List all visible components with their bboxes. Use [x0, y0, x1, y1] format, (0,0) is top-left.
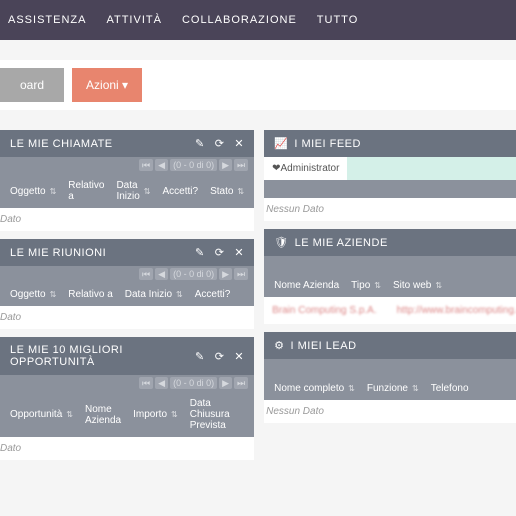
widget-header: 📈 I MIEI FEED [264, 130, 516, 157]
feed-input-row: ❤ Administrator [264, 157, 516, 180]
col-accetti[interactable]: Accetti? [195, 289, 231, 300]
col-nome[interactable]: Nome Azienda [274, 280, 339, 291]
column-headers: Nome completo⇅ Funzione⇅ Telefono [264, 377, 516, 400]
col-accetti[interactable]: Accetti? [162, 180, 198, 202]
no-data: Nessun Dato [264, 400, 516, 423]
no-data: Nessun Dato [264, 198, 516, 221]
widget-riunioni: LE MIE RIUNIONI ✎ ⟳ ✕ ⏮◀(0 - 0 di 0)▶⏭ O… [0, 239, 254, 329]
widget-title: LE MIE RIUNIONI [10, 247, 195, 259]
col-telefono[interactable]: Telefono [431, 383, 469, 394]
edit-icon[interactable]: ✎ [195, 137, 205, 150]
board-button[interactable]: oard [0, 68, 64, 102]
refresh-icon[interactable]: ⟳ [215, 246, 225, 259]
col-opp[interactable]: Opportunità⇅ [10, 398, 73, 431]
edit-icon[interactable]: ✎ [195, 350, 205, 363]
no-data: Dato [0, 208, 254, 231]
edit-icon[interactable]: ✎ [195, 246, 205, 259]
widget-title: LE MIE 10 MIGLIORI OPPORTUNITÀ [10, 344, 195, 368]
widget-header: 🛡 LE MIE AZIENDE [264, 229, 516, 256]
top-nav: ASSISTENZA ATTIVITÀ COLLABORAZIONE TUTTO [0, 0, 516, 40]
main-area: LE MIE CHIAMATE ✎ ⟳ ✕ ⏮◀(0 - 0 di 0)▶⏭ O… [0, 130, 516, 460]
nav-tutto[interactable]: TUTTO [317, 14, 358, 26]
spacer-bar [264, 256, 516, 274]
column-headers: Oggetto⇅ Relativo a Data Inizio⇅ Accetti… [0, 283, 254, 306]
nav-assistenza[interactable]: ASSISTENZA [8, 14, 86, 26]
close-icon[interactable]: ✕ [234, 246, 244, 259]
widget-title: I MIEI LEAD [291, 340, 516, 352]
widget-title: LE MIE CHIAMATE [10, 138, 195, 150]
table-row[interactable]: Brain Computing S.p.A. http://www.brainc… [264, 297, 516, 324]
cell-name: Brain Computing S.p.A. [272, 305, 377, 316]
col-oggetto[interactable]: Oggetto⇅ [10, 289, 56, 300]
feed-admin: ❤ Administrator [264, 157, 347, 180]
widget-header: LE MIE CHIAMATE ✎ ⟳ ✕ [0, 130, 254, 157]
col-funzione[interactable]: Funzione⇅ [367, 383, 419, 394]
widget-feed: 📈 I MIEI FEED ❤ Administrator Nessun Dat… [264, 130, 516, 221]
close-icon[interactable]: ✕ [234, 137, 244, 150]
column-headers: Opportunità⇅ Nome Azienda Importo⇅ Data … [0, 392, 254, 437]
no-data: Dato [0, 437, 254, 460]
left-column: LE MIE CHIAMATE ✎ ⟳ ✕ ⏮◀(0 - 0 di 0)▶⏭ O… [0, 130, 254, 460]
no-data: Dato [0, 306, 254, 329]
sub-bar: oard Azioni ▾ [0, 60, 516, 110]
col-stato[interactable]: Stato⇅ [210, 180, 244, 202]
shield-icon: 🛡 [274, 236, 288, 249]
widget-opportunita: LE MIE 10 MIGLIORI OPPORTUNITÀ ✎ ⟳ ✕ ⏮◀(… [0, 337, 254, 460]
right-column: 📈 I MIEI FEED ❤ Administrator Nessun Dat… [264, 130, 516, 460]
pager: ⏮◀(0 - 0 di 0)▶⏭ [0, 157, 254, 174]
refresh-icon[interactable]: ⟳ [215, 350, 225, 363]
column-headers: Oggetto⇅ Relativo a Data Inizio⇅ Accetti… [0, 174, 254, 208]
col-importo[interactable]: Importo⇅ [133, 398, 178, 431]
widget-title: LE MIE AZIENDE [295, 237, 516, 249]
col-sito[interactable]: Sito web⇅ [393, 280, 442, 291]
col-oggetto[interactable]: Oggetto⇅ [10, 180, 56, 202]
chart-icon: 📈 [274, 137, 288, 150]
refresh-icon[interactable]: ⟳ [215, 137, 225, 150]
nav-collaborazione[interactable]: COLLABORAZIONE [182, 14, 297, 26]
col-data[interactable]: Data Inizio⇅ [116, 180, 150, 202]
col-chiusura[interactable]: Data Chiusura Prevista [190, 398, 244, 431]
col-relativo[interactable]: Relativo a [68, 289, 112, 300]
spacer-bar [264, 359, 516, 377]
col-data[interactable]: Data Inizio⇅ [125, 289, 183, 300]
feed-bar [264, 180, 516, 198]
widget-title: I MIEI FEED [294, 138, 516, 150]
pager: ⏮◀(0 - 0 di 0)▶⏭ [0, 375, 254, 392]
widget-lead: ⚙ I MIEI LEAD Nome completo⇅ Funzione⇅ T… [264, 332, 516, 423]
widget-chiamate: LE MIE CHIAMATE ✎ ⟳ ✕ ⏮◀(0 - 0 di 0)▶⏭ O… [0, 130, 254, 231]
widget-header: LE MIE RIUNIONI ✎ ⟳ ✕ [0, 239, 254, 266]
widget-header: ⚙ I MIEI LEAD [264, 332, 516, 359]
col-azienda[interactable]: Nome Azienda [85, 398, 121, 431]
gear-icon: ⚙ [274, 339, 284, 352]
col-nome[interactable]: Nome completo⇅ [274, 383, 355, 394]
feed-input[interactable] [347, 157, 516, 180]
cell-site: http://www.braincomputing.com [397, 305, 516, 316]
azioni-button[interactable]: Azioni ▾ [72, 68, 142, 102]
col-tipo[interactable]: Tipo⇅ [351, 280, 381, 291]
pager: ⏮◀(0 - 0 di 0)▶⏭ [0, 266, 254, 283]
column-headers: Nome Azienda Tipo⇅ Sito web⇅ [264, 274, 516, 297]
col-relativo[interactable]: Relativo a [68, 180, 104, 202]
close-icon[interactable]: ✕ [234, 350, 244, 363]
nav-attivita[interactable]: ATTIVITÀ [106, 14, 161, 26]
widget-aziende: 🛡 LE MIE AZIENDE Nome Azienda Tipo⇅ Sito… [264, 229, 516, 324]
widget-header: LE MIE 10 MIGLIORI OPPORTUNITÀ ✎ ⟳ ✕ [0, 337, 254, 375]
